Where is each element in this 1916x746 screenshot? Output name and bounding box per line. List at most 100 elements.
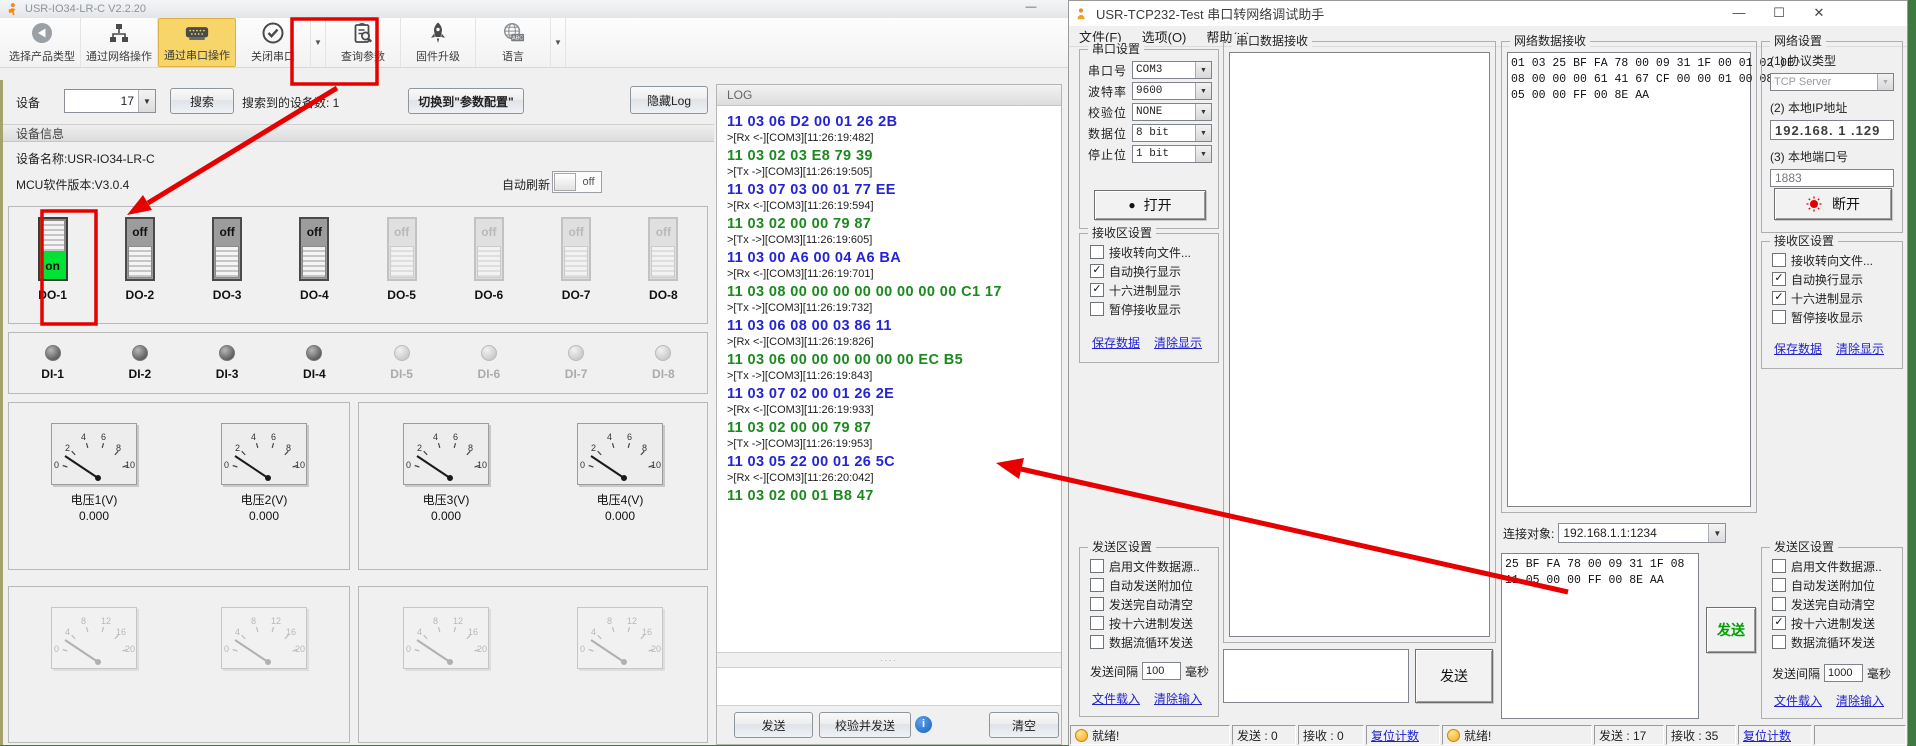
chevron-down-icon[interactable]: ▼ [1195,104,1211,120]
do-switch-4[interactable]: off [299,217,329,281]
checkbox-option[interactable]: 发送完自动清空 [1772,597,1902,611]
network-send-area[interactable]: 25 BF FA 78 00 09 31 1F 08 11 05 00 00 F… [1501,553,1699,719]
chevron-down-icon[interactable]: ▼ [311,18,326,67]
checkbox-option[interactable]: ✓十六进制显示 [1090,283,1218,297]
send-button[interactable]: 发送 [734,712,813,738]
chevron-down-icon[interactable]: ▼ [551,18,566,67]
checkbox-option[interactable]: 接收转向文件... [1772,253,1902,267]
checkbox[interactable] [1090,302,1104,316]
checkbox[interactable] [1772,597,1786,611]
checkbox-option[interactable]: 发送完自动清空 [1090,597,1218,611]
network-send-button[interactable]: 发送 [1706,607,1756,653]
switch-to-config-button[interactable]: 切换到"参数配置" [408,88,524,114]
minimize-button[interactable]: — [1016,1,1046,16]
toolbar-button-network[interactable]: 通过网络操作 [81,18,158,67]
chevron-down-icon[interactable]: ▼ [1195,83,1211,99]
clear-button[interactable]: 清空 [989,712,1059,738]
checkbox[interactable]: ✓ [1090,283,1104,297]
auto-refresh-toggle[interactable]: off [552,171,602,193]
search-button[interactable]: 搜索 [170,88,234,114]
toolbar-button-globe[interactable]: ABC语言 [476,18,551,67]
toolbar-button-rocket[interactable]: 固件升级 [401,18,476,67]
checkbox[interactable] [1090,635,1104,649]
verify-send-button[interactable]: 校验并发送 [819,712,911,738]
checkbox[interactable] [1090,597,1104,611]
serial-field-combo[interactable]: 9600▼ [1132,82,1212,100]
log-splitter[interactable]: .... [717,652,1061,668]
log-send-input[interactable] [717,668,1061,706]
checkbox[interactable]: ✓ [1090,264,1104,278]
checkbox[interactable] [1772,578,1786,592]
checkbox-option[interactable]: 启用文件数据源.. [1090,559,1218,573]
action-link[interactable]: 保存数据 [1774,340,1822,357]
do-switch-2[interactable]: off [125,217,155,281]
checkbox-option[interactable]: 自动发送附加位 [1772,578,1902,592]
checkbox[interactable] [1090,245,1104,259]
minimize-button[interactable]: — [1719,1,1759,25]
chevron-down-icon[interactable]: ▼ [1195,125,1211,141]
checkbox[interactable] [1772,253,1786,267]
checkbox[interactable] [1772,635,1786,649]
open-serial-button[interactable]: ● 打开 [1094,190,1206,220]
connect-target-combo[interactable]: 192.168.1.1:1234 ▼ [1558,523,1726,543]
checkbox-option[interactable]: ✓十六进制显示 [1772,291,1902,305]
checkbox-option[interactable]: ✓自动换行显示 [1772,272,1902,286]
serial-field-combo[interactable]: 8 bit▼ [1132,124,1212,142]
toolbar-button-serial-port[interactable]: 通过串口操作 [158,18,236,67]
checkbox-option[interactable]: 按十六进制发送 [1090,616,1218,630]
checkbox-option[interactable]: ✓自动换行显示 [1090,264,1218,278]
maximize-button[interactable]: ☐ [1759,1,1799,25]
serial-reset-count-link[interactable]: 复位计数 [1366,725,1440,745]
action-link[interactable]: 清除输入 [1836,692,1884,709]
action-link[interactable]: 清除显示 [1154,334,1202,351]
device-number-combo[interactable]: 17 ▼ [64,89,156,113]
toolbar-button-back-arrow[interactable]: 选择产品类型 [4,18,81,67]
toggle-handle[interactable] [554,173,576,191]
checkbox[interactable]: ✓ [1772,616,1786,630]
checkbox[interactable] [1090,559,1104,573]
toolbar-button-check-circle[interactable]: 关闭串口 [236,18,311,67]
action-link[interactable]: 清除输入 [1154,690,1202,707]
checkbox[interactable] [1772,559,1786,573]
network-reset-count-link[interactable]: 复位计数 [1738,725,1812,745]
do-switch-3[interactable]: off [212,217,242,281]
disconnect-button[interactable]: 断开 [1774,188,1892,220]
serial-field-combo[interactable]: COM3▼ [1132,61,1212,79]
action-link[interactable]: 文件载入 [1092,690,1140,707]
checkbox-option[interactable]: 数据流循环发送 [1772,635,1902,649]
checkbox-option[interactable]: 接收转向文件... [1090,245,1218,259]
checkbox[interactable] [1772,310,1786,324]
action-link[interactable]: 文件载入 [1774,692,1822,709]
local-port-field[interactable]: 1883 [1770,169,1894,187]
local-ip-field[interactable]: 192.168. 1 .129 [1770,120,1894,140]
do-switch-1[interactable]: on [38,217,68,281]
interval-input[interactable]: 100 [1142,662,1181,680]
checkbox[interactable] [1090,616,1104,630]
toolbar-button-query-params[interactable]: 查询参数 [326,18,401,67]
chevron-down-icon[interactable]: ▼ [1195,62,1211,78]
serial-receive-area[interactable] [1229,52,1490,637]
network-receive-area[interactable]: 01 03 25 BF FA 78 00 09 31 1F 00 01 02 0… [1507,52,1751,507]
close-button[interactable]: ✕ [1799,1,1839,25]
checkbox[interactable]: ✓ [1772,272,1786,286]
log-body[interactable]: 11 03 06 D2 00 01 26 2B>[Rx <-][COM3][11… [717,106,1061,652]
action-link[interactable]: 清除显示 [1836,340,1884,357]
chevron-down-icon[interactable]: ▼ [138,90,155,112]
interval-input[interactable]: 1000 [1824,664,1863,682]
serial-field-combo[interactable]: 1 bit▼ [1132,145,1212,163]
serial-send-button[interactable]: 发送 [1415,649,1493,703]
checkbox-option[interactable]: 启用文件数据源.. [1772,559,1902,573]
checkbox[interactable]: ✓ [1772,291,1786,305]
checkbox-option[interactable]: 暂停接收显示 [1090,302,1218,316]
action-link[interactable]: 保存数据 [1092,334,1140,351]
info-icon[interactable]: i [915,716,932,733]
chevron-down-icon[interactable]: ▼ [1195,146,1211,162]
checkbox-option[interactable]: 数据流循环发送 [1090,635,1218,649]
hide-log-button[interactable]: 隐藏Log [630,86,708,114]
serial-send-input[interactable] [1223,649,1409,703]
chevron-down-icon[interactable]: ▼ [1708,524,1725,542]
checkbox[interactable] [1090,578,1104,592]
serial-field-combo[interactable]: NONE▼ [1132,103,1212,121]
checkbox-option[interactable]: ✓按十六进制发送 [1772,616,1902,630]
checkbox-option[interactable]: 暂停接收显示 [1772,310,1902,324]
